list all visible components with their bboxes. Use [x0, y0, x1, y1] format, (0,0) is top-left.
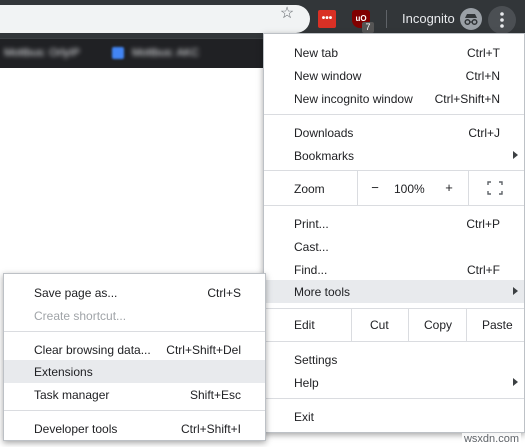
menu-divider: [264, 114, 524, 115]
edit-row: Edit Cut Copy Paste: [264, 309, 524, 341]
incognito-icon[interactable]: [460, 8, 482, 30]
menu-item-shortcut: Ctrl+P: [466, 217, 500, 231]
copy-button[interactable]: Copy: [424, 318, 452, 332]
more-tools-submenu: Save page as... Ctrl+S Create shortcut..…: [3, 273, 266, 441]
zoom-label: Zoom: [294, 182, 325, 196]
menu-item-label: New window: [294, 69, 362, 83]
zoom-in-button[interactable]: +: [442, 180, 456, 195]
edit-divider: [408, 309, 409, 341]
submenu-arrow-icon: [513, 287, 518, 295]
menu-item-label: Find...: [294, 263, 328, 277]
submenu-item-clear-browsing-data[interactable]: Clear browsing data... Ctrl+Shift+Del: [4, 338, 265, 361]
menu-item-exit[interactable]: Exit: [264, 405, 524, 428]
menu-item-bookmarks[interactable]: Bookmarks: [264, 144, 524, 167]
zoom-divider: [357, 171, 358, 205]
menu-item-label: Clear browsing data...: [34, 343, 151, 357]
menu-item-label: Save page as...: [34, 286, 118, 300]
zoom-level: 100%: [394, 182, 425, 196]
edit-divider: [351, 309, 352, 341]
chrome-main-menu: New tab Ctrl+T New window Ctrl+N New inc…: [263, 33, 525, 433]
submenu-arrow-icon: [513, 151, 518, 159]
address-bar[interactable]: [0, 5, 310, 33]
submenu-arrow-icon: [513, 378, 518, 386]
menu-item-more-tools[interactable]: More tools: [264, 280, 524, 303]
submenu-item-task-manager[interactable]: Task manager Shift+Esc: [4, 383, 265, 406]
menu-item-label: Downloads: [294, 126, 354, 140]
menu-item-label: Settings: [294, 353, 338, 367]
menu-item-settings[interactable]: Settings: [264, 348, 524, 371]
edit-label: Edit: [294, 318, 315, 332]
menu-item-shortcut: Ctrl+S: [207, 286, 241, 300]
menu-divider: [264, 205, 524, 206]
menu-divider: [4, 331, 265, 332]
menu-item-shortcut: Ctrl+J: [468, 126, 500, 140]
menu-divider: [4, 410, 265, 411]
menu-item-new-incognito-window[interactable]: New incognito window Ctrl+Shift+N: [264, 87, 524, 110]
submenu-item-create-shortcut: Create shortcut...: [4, 304, 265, 327]
menu-item-label: More tools: [294, 285, 351, 299]
kebab-menu-icon[interactable]: [488, 6, 516, 34]
watermark: wsxdn.com: [461, 433, 521, 445]
menu-item-new-window[interactable]: New window Ctrl+N: [264, 64, 524, 87]
menu-item-label: Cast...: [294, 240, 329, 254]
menu-item-find[interactable]: Find... Ctrl+F: [264, 258, 524, 281]
zoom-out-button[interactable]: −: [368, 180, 382, 195]
menu-item-shortcut: Ctrl+T: [467, 46, 500, 60]
menu-item-label: Developer tools: [34, 422, 118, 436]
menu-item-shortcut: Ctrl+Shift+N: [434, 92, 500, 106]
submenu-item-developer-tools[interactable]: Developer tools Ctrl+Shift+I: [4, 417, 265, 440]
menu-item-shortcut: Ctrl+Shift+Del: [166, 343, 241, 357]
menu-item-cast[interactable]: Cast...: [264, 235, 524, 258]
menu-item-shortcut: Shift+Esc: [189, 388, 241, 402]
submenu-item-extensions[interactable]: Extensions: [4, 360, 265, 383]
fullscreen-icon[interactable]: [487, 181, 503, 195]
menu-divider: [264, 398, 524, 399]
extension-icon-red[interactable]: •••: [318, 10, 336, 28]
menu-item-label: Exit: [294, 410, 315, 424]
edit-divider: [466, 309, 467, 341]
extension-badge: 7: [362, 22, 374, 33]
menu-item-print[interactable]: Print... Ctrl+P: [264, 212, 524, 235]
menu-item-label: Bookmarks: [294, 149, 355, 163]
toolbar-separator: [386, 10, 387, 28]
menu-item-label: New incognito window: [294, 92, 413, 106]
menu-item-help[interactable]: Help: [264, 371, 524, 394]
menu-item-label: Extensions: [34, 365, 93, 379]
menu-item-label: Task manager: [34, 388, 110, 402]
menu-item-shortcut: Ctrl+F: [467, 263, 500, 277]
bookmark-favicon-icon: [112, 47, 124, 59]
paste-button[interactable]: Paste: [482, 318, 513, 332]
menu-item-shortcut: Ctrl+Shift+I: [180, 422, 241, 436]
incognito-label[interactable]: Incognito: [402, 11, 455, 26]
bookmark-item[interactable]: Mottbus: AKC: [132, 47, 199, 59]
menu-item-downloads[interactable]: Downloads Ctrl+J: [264, 121, 524, 144]
menu-item-new-tab[interactable]: New tab Ctrl+T: [264, 41, 524, 64]
menu-item-shortcut: Ctrl+N: [465, 69, 500, 83]
submenu-item-save-page[interactable]: Save page as... Ctrl+S: [4, 281, 265, 304]
menu-divider: [264, 341, 524, 342]
menu-item-label: Help: [294, 376, 319, 390]
menu-item-label: New tab: [294, 46, 339, 60]
bookmark-item[interactable]: Mottbus: OrlyIP: [4, 47, 80, 59]
cut-button[interactable]: Cut: [370, 318, 389, 332]
zoom-row: Zoom − 100% +: [264, 171, 524, 205]
bookmark-star-icon[interactable]: ☆: [276, 4, 298, 24]
menu-item-label: Print...: [294, 217, 329, 231]
menu-item-label: Create shortcut...: [34, 309, 127, 323]
zoom-divider: [468, 171, 469, 205]
